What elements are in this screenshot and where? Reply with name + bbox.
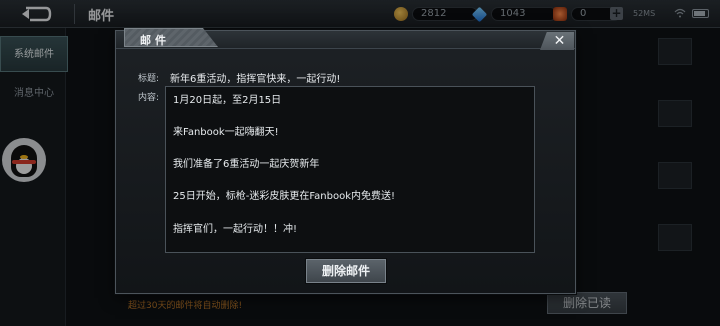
- content-line: 来Fanbook一起嗨翻天!: [173, 127, 279, 138]
- dialog-tab: [124, 28, 218, 47]
- content-line: 25日开始，标枪-迷彩皮肤更在Fanbook内免费送!: [173, 191, 396, 202]
- mail-dialog: 邮件 ✕ 标题: 新年6重活动，指挥官快来，一起行动! 内容: 1月20日起，至…: [115, 28, 576, 294]
- content-line: 1月20日起，至2月15日: [173, 95, 282, 106]
- mail-content[interactable]: 1月20日起，至2月15日 来Fanbook一起嗨翻天! 我们准备了6重活动一起…: [165, 86, 535, 253]
- delete-mail-button[interactable]: 删除邮件: [306, 259, 386, 283]
- content-label: 内容:: [138, 93, 160, 103]
- content-line: 我们准备了6重活动一起庆贺新年: [173, 159, 320, 170]
- content-line: 指挥官们，一起行动！！冲!: [173, 224, 298, 235]
- title-label: 标题:: [138, 74, 160, 84]
- dialog-title: 邮件: [140, 34, 170, 47]
- mail-title: 新年6重活动，指挥官快来，一起行动!: [170, 74, 341, 85]
